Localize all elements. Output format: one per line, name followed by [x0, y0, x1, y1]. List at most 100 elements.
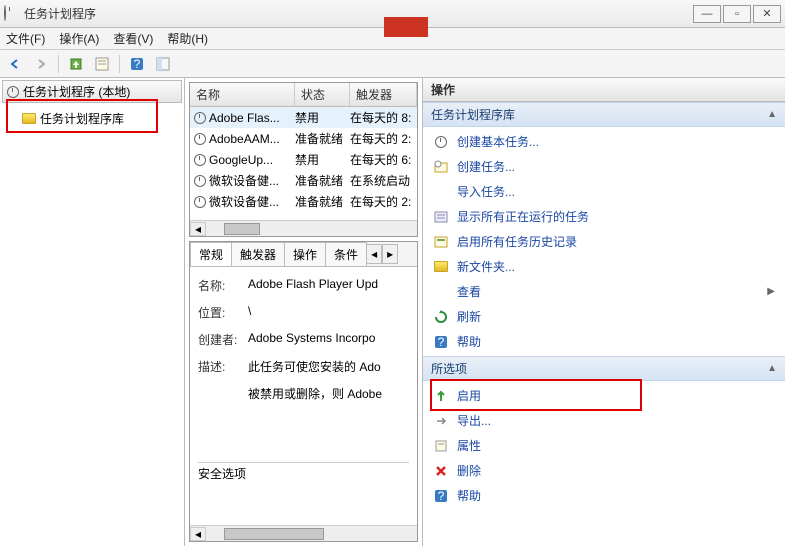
- import-icon: [433, 184, 449, 200]
- action-label: 新文件夹...: [457, 258, 515, 275]
- tab-actions[interactable]: 操作: [284, 242, 326, 266]
- task-status: 禁用: [295, 109, 350, 126]
- task-status: 准备就绪: [295, 172, 350, 189]
- tree-library[interactable]: 任务计划程序库: [2, 107, 182, 130]
- clock-icon: [7, 86, 19, 98]
- task-row[interactable]: AdobeAAM...准备就绪在每天的 2:: [190, 128, 417, 149]
- minimize-button[interactable]: —: [693, 5, 721, 23]
- actions-header: 操作: [423, 78, 785, 102]
- refresh-icon: [433, 309, 449, 325]
- task-row[interactable]: 微软设备健...准备就绪在每天的 2:: [190, 191, 417, 212]
- tab-triggers[interactable]: 触发器: [231, 242, 285, 266]
- section-library[interactable]: 任务计划程序库 ▲: [423, 102, 785, 127]
- action-new-folder[interactable]: 新文件夹...: [423, 254, 785, 279]
- tree-library-label: 任务计划程序库: [40, 110, 124, 127]
- action-view[interactable]: 查看 ▶: [423, 279, 785, 304]
- show-running-icon: [433, 209, 449, 225]
- action-label: 刷新: [457, 308, 481, 325]
- action-help1[interactable]: ?帮助: [423, 329, 785, 354]
- task-status: 禁用: [295, 151, 350, 168]
- title-bar: 任务计划程序 — ▫ ✕: [0, 0, 785, 28]
- app-icon: [4, 6, 20, 22]
- collapse-icon: ▲: [767, 109, 777, 120]
- action-label: 显示所有正在运行的任务: [457, 208, 589, 225]
- actions-pane: 操作 任务计划程序库 ▲ 创建基本任务... 创建任务... 导入任务... 显示所有…: [423, 78, 785, 546]
- action-properties[interactable]: 属性: [423, 433, 785, 458]
- task-row[interactable]: 微软设备健...准备就绪在系统启动: [190, 170, 417, 191]
- menu-bar: 文件(F) 操作(A) 查看(V) 帮助(H): [0, 28, 785, 50]
- col-name[interactable]: 名称: [190, 83, 295, 106]
- action-enable-history[interactable]: 启用所有任务历史记录: [423, 229, 785, 254]
- close-button[interactable]: ✕: [753, 5, 781, 23]
- forward-button[interactable]: [30, 53, 52, 75]
- action-label: 创建基本任务...: [457, 133, 539, 150]
- action-create-basic[interactable]: 创建基本任务...: [423, 129, 785, 154]
- task-trigger: 在每天的 2:: [350, 130, 417, 147]
- tree-root[interactable]: 任务计划程序 (本地): [2, 80, 182, 103]
- security-section: 安全选项: [198, 462, 409, 482]
- action-label: 启用所有任务历史记录: [457, 233, 577, 250]
- task-row[interactable]: GoogleUp...禁用在每天的 6:: [190, 149, 417, 170]
- value-desc1: 此任务可使您安装的 Ado: [248, 358, 409, 375]
- menu-file[interactable]: 文件(F): [6, 30, 45, 47]
- task-icon: [194, 154, 206, 166]
- col-trigger[interactable]: 触发器: [350, 83, 417, 106]
- main-content: 任务计划程序 (本地) 任务计划程序库 名称 状态 触发器 Adobe Flas…: [0, 78, 785, 546]
- export-icon: [433, 413, 449, 429]
- detail-scrollbar[interactable]: ◂: [190, 525, 417, 541]
- action-refresh[interactable]: 刷新: [423, 304, 785, 329]
- section-library-label: 任务计划程序库: [431, 106, 515, 123]
- task-name: 微软设备健...: [209, 193, 279, 210]
- label-author: 创建者:: [198, 331, 248, 348]
- action-create-task[interactable]: 创建任务...: [423, 154, 785, 179]
- scroll-left-arrow[interactable]: ◂: [190, 527, 206, 541]
- menu-help[interactable]: 帮助(H): [167, 30, 208, 47]
- action-delete[interactable]: 删除: [423, 458, 785, 483]
- panel-button[interactable]: [152, 53, 174, 75]
- scroll-left-arrow[interactable]: ◂: [190, 222, 206, 236]
- action-label: 导出...: [457, 412, 491, 429]
- svg-text:?: ?: [134, 57, 141, 71]
- back-button[interactable]: [4, 53, 26, 75]
- menu-action[interactable]: 操作(A): [59, 30, 99, 47]
- action-label: 创建任务...: [457, 158, 515, 175]
- task-name: 微软设备健...: [209, 172, 279, 189]
- action-enable[interactable]: 启用: [423, 383, 785, 408]
- action-label: 查看: [457, 283, 481, 300]
- middle-pane: 名称 状态 触发器 Adobe Flas...禁用在每天的 8:AdobeAAM…: [185, 78, 423, 546]
- task-icon: [194, 133, 206, 145]
- task-trigger: 在每天的 6:: [350, 151, 417, 168]
- action-label: 导入任务...: [457, 183, 515, 200]
- help-toolbar-button[interactable]: ?: [126, 53, 148, 75]
- section-selected-label: 所选项: [431, 360, 467, 377]
- enable-history-icon: [433, 234, 449, 250]
- value-author: Adobe Systems Incorpo: [248, 331, 409, 348]
- horizontal-scrollbar[interactable]: ◂: [190, 220, 417, 236]
- list-header: 名称 状态 触发器: [190, 83, 417, 107]
- action-help2[interactable]: ?帮助: [423, 483, 785, 508]
- action-import[interactable]: 导入任务...: [423, 179, 785, 204]
- up-button[interactable]: [65, 53, 87, 75]
- tab-nav-left[interactable]: ◂: [366, 244, 382, 264]
- section-selected[interactable]: 所选项 ▲: [423, 356, 785, 381]
- maximize-button[interactable]: ▫: [723, 5, 751, 23]
- label-desc: 描述:: [198, 358, 248, 375]
- scroll-thumb[interactable]: [224, 528, 324, 540]
- window-controls: — ▫ ✕: [693, 5, 781, 23]
- label-name: 名称:: [198, 277, 248, 294]
- expand-icon: ▶: [767, 286, 775, 297]
- enable-icon: [433, 388, 449, 404]
- tab-nav-right[interactable]: ▸: [382, 244, 398, 264]
- action-show-running[interactable]: 显示所有正在运行的任务: [423, 204, 785, 229]
- scroll-thumb[interactable]: [224, 223, 260, 235]
- task-name: AdobeAAM...: [209, 132, 280, 146]
- delete-icon: [433, 463, 449, 479]
- properties-button[interactable]: [91, 53, 113, 75]
- tab-general[interactable]: 常规: [190, 242, 232, 266]
- menu-view[interactable]: 查看(V): [113, 30, 153, 47]
- tab-conditions[interactable]: 条件: [325, 242, 367, 266]
- task-row[interactable]: Adobe Flas...禁用在每天的 8:: [190, 107, 417, 128]
- value-name: Adobe Flash Player Upd: [248, 277, 409, 294]
- action-export[interactable]: 导出...: [423, 408, 785, 433]
- col-status[interactable]: 状态: [295, 83, 350, 106]
